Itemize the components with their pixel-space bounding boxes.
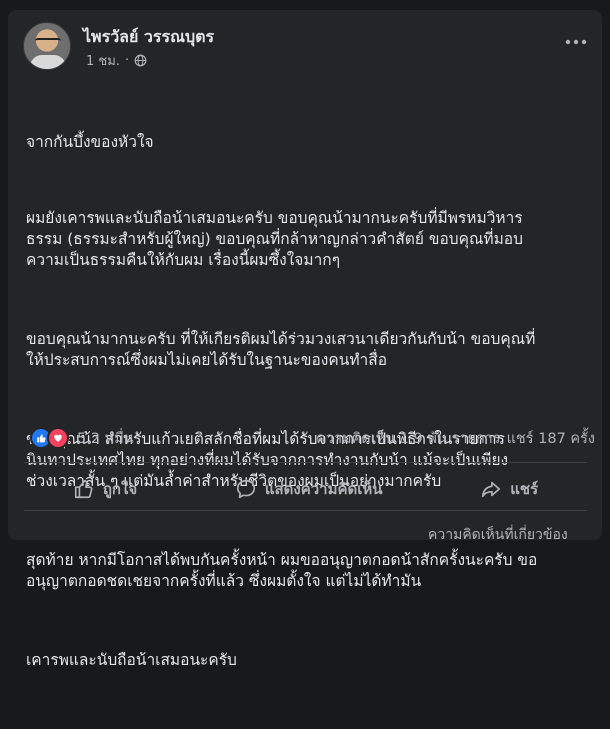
reactions-count: 5.2 หมื่น bbox=[77, 430, 134, 447]
comments-count[interactable]: ความคิดเห็น 1.9 พัน รายการ bbox=[316, 427, 501, 450]
share-label: แชร์ bbox=[510, 480, 539, 498]
author-name[interactable]: ไพรวัลย์ วรรณบุตร bbox=[83, 25, 214, 50]
comment-label: แสดงความคิดเห็น bbox=[264, 480, 383, 498]
post-paragraph: ผมยังเคารพและนับถือน้าเสมอนะครับ ขอบคุณน… bbox=[26, 209, 523, 269]
like-button[interactable]: ถูกใจ bbox=[55, 471, 155, 507]
post-stats: 5.2 หมื่น ความคิดเห็น 1.9 พัน รายการ แชร… bbox=[30, 426, 595, 450]
comment-button[interactable]: แสดงความคิดเห็น bbox=[217, 471, 401, 507]
avatar-shirt bbox=[30, 55, 66, 69]
actions-divider bbox=[24, 510, 587, 511]
related-comments-link[interactable]: ความคิดเห็นที่เกี่ยวข้อง bbox=[428, 524, 568, 546]
stats-divider bbox=[24, 462, 587, 463]
post-paragraph: สุดท้าย หากมีโอกาสได้พบกันครั้งหน้า ผมขอ… bbox=[26, 551, 538, 590]
post-paragraph: จากกันบึ้งของหัวใจ bbox=[26, 133, 154, 151]
like-label: ถูกใจ bbox=[102, 480, 138, 498]
globe-icon bbox=[134, 54, 147, 67]
shares-count[interactable]: แชร์ 187 ครั้ง bbox=[507, 427, 595, 450]
post-body: จากกันบึ้งของหัวใจ ผมยังเคารพและนับถือน้… bbox=[26, 90, 591, 729]
meta-separator: · bbox=[124, 53, 130, 68]
action-bar: ถูกใจ แสดงความคิดเห็น แชร์ bbox=[24, 470, 587, 508]
post-paragraph: เคารพและนับถือน้าเสมอนะครับ bbox=[26, 651, 237, 669]
post-meta: 1 ชม. · bbox=[86, 50, 147, 71]
post-paragraph: ขอบคุณน้ามากนะครับ ที่ให้เกียรติผมได้ร่ว… bbox=[26, 330, 536, 369]
comment-icon bbox=[236, 479, 255, 499]
post-time[interactable]: 1 ชม. bbox=[86, 50, 120, 71]
share-icon bbox=[482, 481, 501, 498]
more-options-icon[interactable] bbox=[564, 34, 588, 50]
thumbs-up-icon bbox=[74, 479, 93, 499]
share-button[interactable]: แชร์ bbox=[462, 471, 556, 507]
avatar-glasses bbox=[35, 38, 61, 46]
engagement-counts: ความคิดเห็น 1.9 พัน รายการ แชร์ 187 ครั้… bbox=[316, 427, 595, 450]
reactions-summary[interactable]: 5.2 หมื่น bbox=[30, 427, 134, 450]
post-card: ไพรวัลย์ วรรณบุตร 1 ชม. · จากกันบึ้งของห… bbox=[8, 10, 602, 669]
love-reaction-icon bbox=[47, 427, 69, 449]
post-header: ไพรวัลย์ วรรณบุตร 1 ชม. · bbox=[23, 22, 587, 72]
author-avatar[interactable] bbox=[23, 22, 71, 70]
